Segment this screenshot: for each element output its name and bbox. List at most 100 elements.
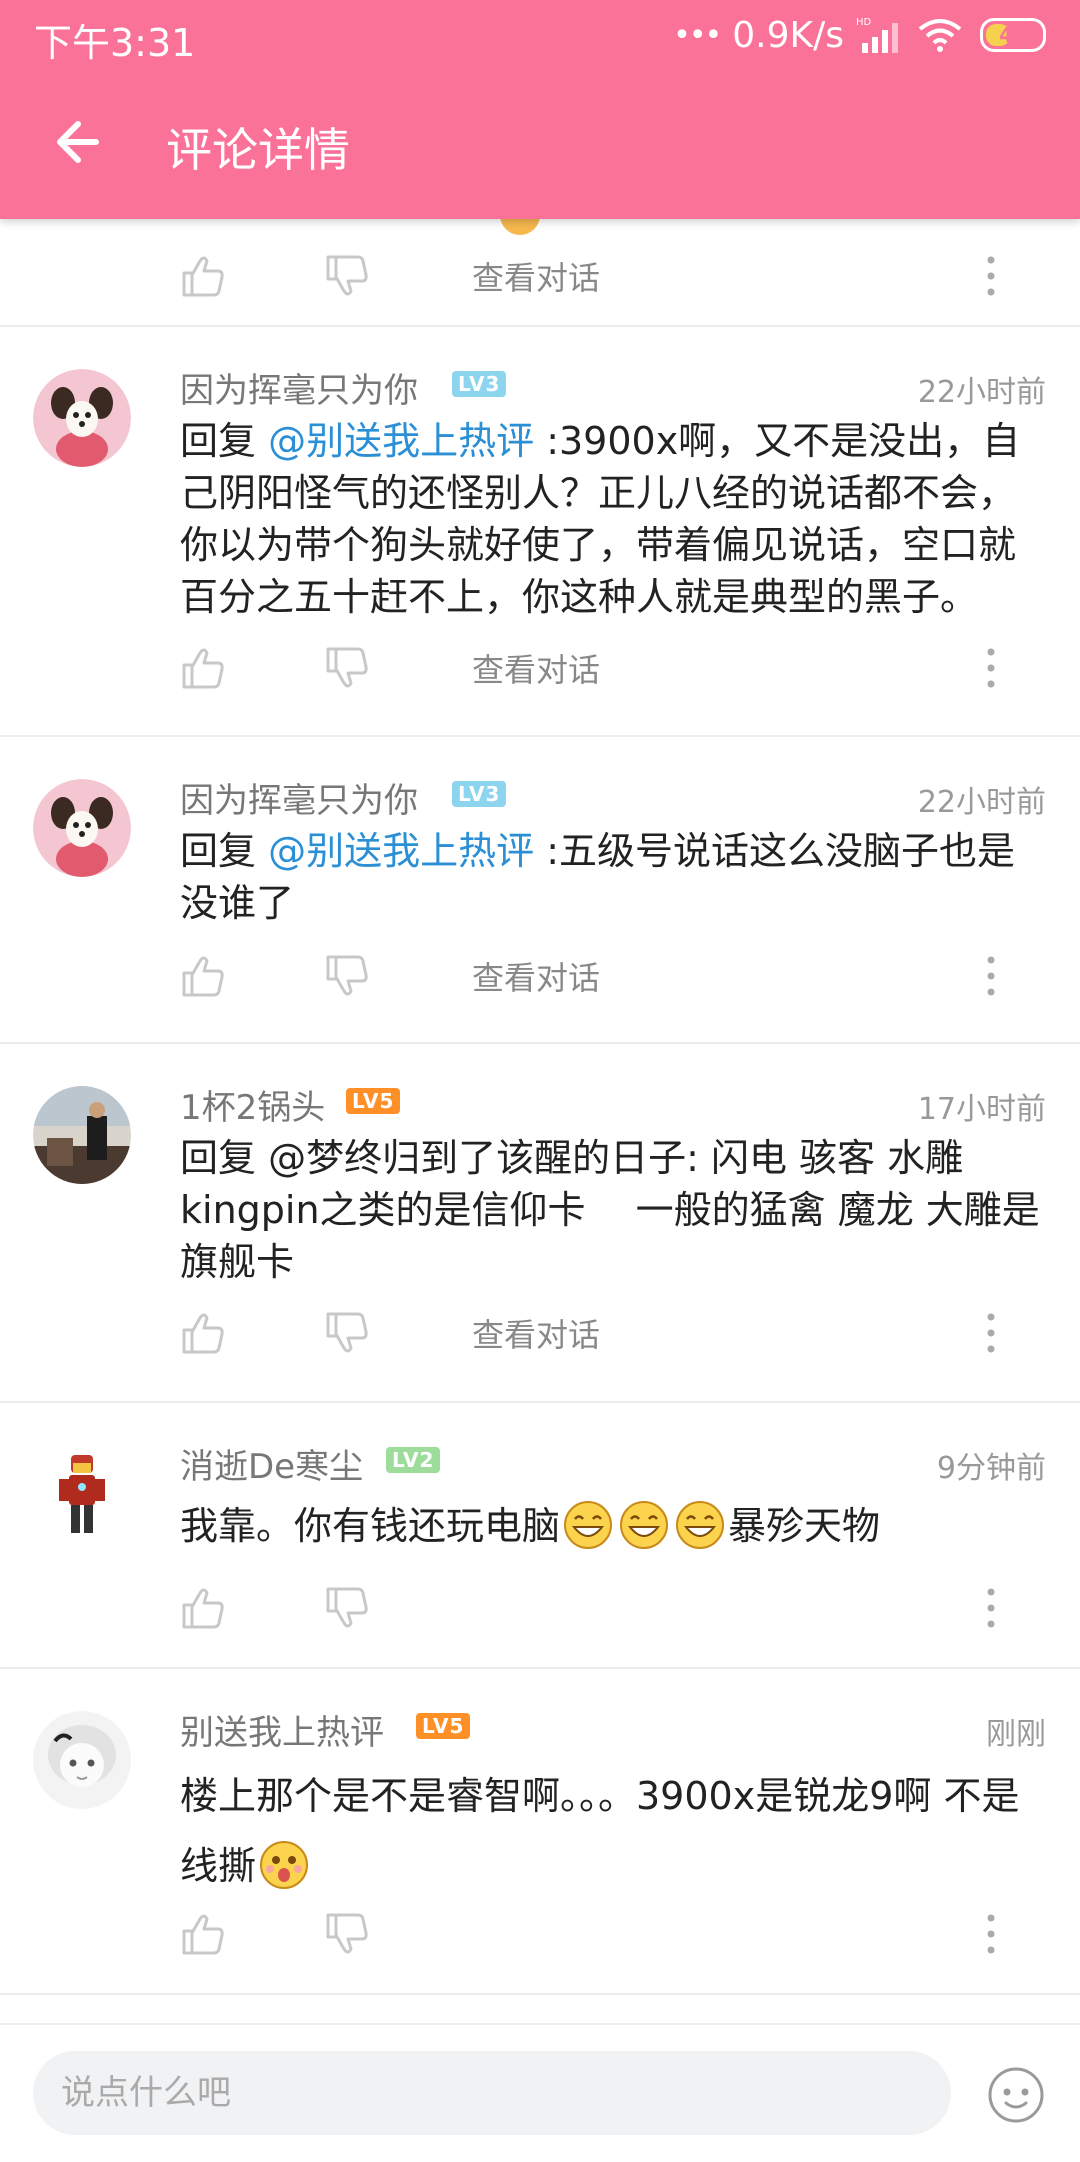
like-button[interactable] [180, 645, 226, 691]
view-conversation-link[interactable]: 查看对话 [472, 645, 600, 691]
level-badge: LV5 [346, 1088, 401, 1114]
more-button[interactable] [976, 645, 1006, 691]
app-bar: 评论详情 [0, 70, 1080, 219]
thumbs-down-icon [328, 1589, 366, 1626]
comment-body-end: 暴殄天物 [728, 1504, 881, 1548]
dislike-button[interactable] [324, 1310, 370, 1356]
username[interactable]: 因为挥毫只为你 [180, 773, 418, 822]
like-button[interactable] [180, 1585, 226, 1631]
emoji-button[interactable] [986, 2065, 1046, 2125]
status-bar: 下午3:31 ••• 0.9K/s HD 47 [0, 0, 1080, 70]
comment-input[interactable] [33, 2051, 951, 2135]
laughing-emoji-icon [618, 1499, 670, 1551]
username[interactable]: 别送我上热评 [180, 1705, 384, 1754]
more-button[interactable] [976, 953, 1006, 999]
more-vertical-icon [988, 257, 995, 296]
comment-text: 回复 @梦终归到了该醒的日子: 闪电 骇客 水雕 kingpin之类的是信仰卡 … [180, 1136, 1040, 1284]
thumbs-down-icon [328, 1915, 366, 1952]
avatar[interactable] [33, 1086, 131, 1184]
like-button[interactable] [180, 1911, 226, 1957]
back-button[interactable] [48, 110, 112, 174]
status-time: 下午3:31 [34, 21, 196, 65]
like-button[interactable] [180, 1310, 226, 1356]
dislike-button[interactable] [324, 1911, 370, 1957]
dislike-button[interactable] [324, 645, 370, 691]
avatar[interactable] [33, 1445, 131, 1543]
laughing-emoji-icon [562, 1499, 614, 1551]
status-indicators: ••• 0.9K/s HD 47 [673, 12, 1046, 58]
comment-text: 回复 @别送我上热评 :3900x啊，又不是没出，自己阴阳怪气的还怪别人？正儿八… [180, 415, 1040, 623]
more-button[interactable] [976, 1310, 1006, 1356]
timestamp: 17小时前 [917, 1092, 1046, 1127]
more-button[interactable] [976, 1911, 1006, 1957]
more-button[interactable] [976, 1585, 1006, 1631]
more-vertical-icon [988, 649, 995, 688]
action-row: 查看对话 [180, 247, 1040, 307]
emoji-sticker [500, 219, 540, 235]
reply-prefix: 回复 [180, 829, 269, 873]
comment-item: 别送我上热评 LV5 刚刚 楼上那个是不是睿智啊。。。3900x是锐龙9啊 不是… [0, 1667, 1080, 1995]
avatar[interactable] [33, 779, 131, 877]
battery-level: 47 [999, 23, 1027, 47]
comment-item: 因为挥毫只为你 LV3 22小时前 回复 @别送我上热评 :3900x啊，又不是… [0, 325, 1080, 737]
more-button[interactable] [976, 253, 1006, 299]
comment-item: 消逝De寒尘 LV2 9分钟前 我靠。你有钱还玩电脑 暴殄天物 [0, 1401, 1080, 1669]
comment-text: 楼上那个是不是睿智啊。。。3900x是锐龙9啊 不是线撕 [180, 1761, 1040, 1901]
thumbs-up-icon [184, 258, 222, 295]
dislike-button[interactable] [324, 953, 370, 999]
comment-item: 1杯2锅头 LV5 17小时前 回复 @梦终归到了该醒的日子: 闪电 骇客 水雕… [0, 1042, 1080, 1403]
like-button[interactable] [180, 953, 226, 999]
thumbs-up-icon [184, 650, 222, 687]
comment-body: 我靠。你有钱还玩电脑 [180, 1504, 561, 1548]
action-row [180, 1905, 1040, 1965]
view-conversation-link[interactable]: 查看对话 [472, 1310, 600, 1356]
mention-link[interactable]: @别送我上热评 [268, 829, 534, 873]
thumbs-up-icon [184, 1315, 222, 1352]
thumbs-down-icon [328, 649, 366, 686]
timestamp: 22小时前 [917, 375, 1046, 410]
comment-text: 回复 @别送我上热评 :五级号说话这么没脑子也是没谁了 [180, 825, 1040, 929]
username[interactable]: 消逝De寒尘 [180, 1439, 363, 1488]
level-badge: LV3 [452, 371, 507, 397]
comment-text: 我靠。你有钱还玩电脑 暴殄天物 [180, 1499, 1040, 1552]
dislike-button[interactable] [324, 1585, 370, 1631]
more-vertical-icon [988, 957, 995, 996]
action-row [180, 1579, 1040, 1639]
timestamp: 22小时前 [917, 785, 1046, 820]
more-vertical-icon [988, 1915, 995, 1954]
laughing-emoji-icon [674, 1499, 726, 1551]
thumbs-up-icon [184, 1916, 222, 1953]
comment-item: 因为挥毫只为你 LV3 22小时前 回复 @别送我上热评 :五级号说话这么没脑子… [0, 735, 1080, 1044]
list-item: 查看对话 [0, 219, 1080, 327]
view-conversation-link[interactable]: 查看对话 [472, 953, 600, 999]
svg-text:HD: HD [856, 17, 872, 28]
page-title: 评论详情 [166, 123, 350, 177]
action-row: 查看对话 [180, 639, 1040, 699]
comment-feed[interactable]: 查看对话 因为挥毫只为你 LV3 22小时前 回复 @别送我上热评 :3900x… [0, 219, 1080, 2023]
thumbs-down-icon [328, 1314, 366, 1351]
mention-link[interactable]: @别送我上热评 [268, 419, 534, 463]
network-speed: 0.9K/s [732, 14, 844, 56]
thumbs-down-icon [328, 257, 366, 294]
network-activity-dots: ••• [673, 17, 722, 53]
thumbs-up-icon [184, 958, 222, 995]
action-row: 查看对话 [180, 1304, 1040, 1364]
like-button[interactable] [180, 253, 226, 299]
username[interactable]: 1杯2锅头 [180, 1080, 325, 1129]
thumbs-down-icon [328, 957, 366, 994]
dislike-button[interactable] [324, 253, 370, 299]
timestamp: 9分钟前 [936, 1451, 1046, 1486]
level-badge: LV5 [416, 1713, 471, 1739]
more-vertical-icon [988, 1589, 995, 1628]
view-conversation-link[interactable]: 查看对话 [472, 253, 600, 299]
wifi-icon [918, 19, 962, 52]
username[interactable]: 因为挥毫只为你 [180, 363, 418, 412]
top-app-bar: 下午3:31 ••• 0.9K/s HD 47 评论详情 [0, 0, 1080, 219]
level-badge: LV2 [386, 1447, 441, 1473]
action-row: 查看对话 [180, 947, 1040, 1007]
timestamp: 刚刚 [986, 1717, 1046, 1752]
avatar[interactable] [33, 1711, 131, 1809]
avatar[interactable] [33, 369, 131, 467]
shocked-emoji-icon [258, 1839, 310, 1891]
battery-indicator: 47 [980, 18, 1046, 52]
